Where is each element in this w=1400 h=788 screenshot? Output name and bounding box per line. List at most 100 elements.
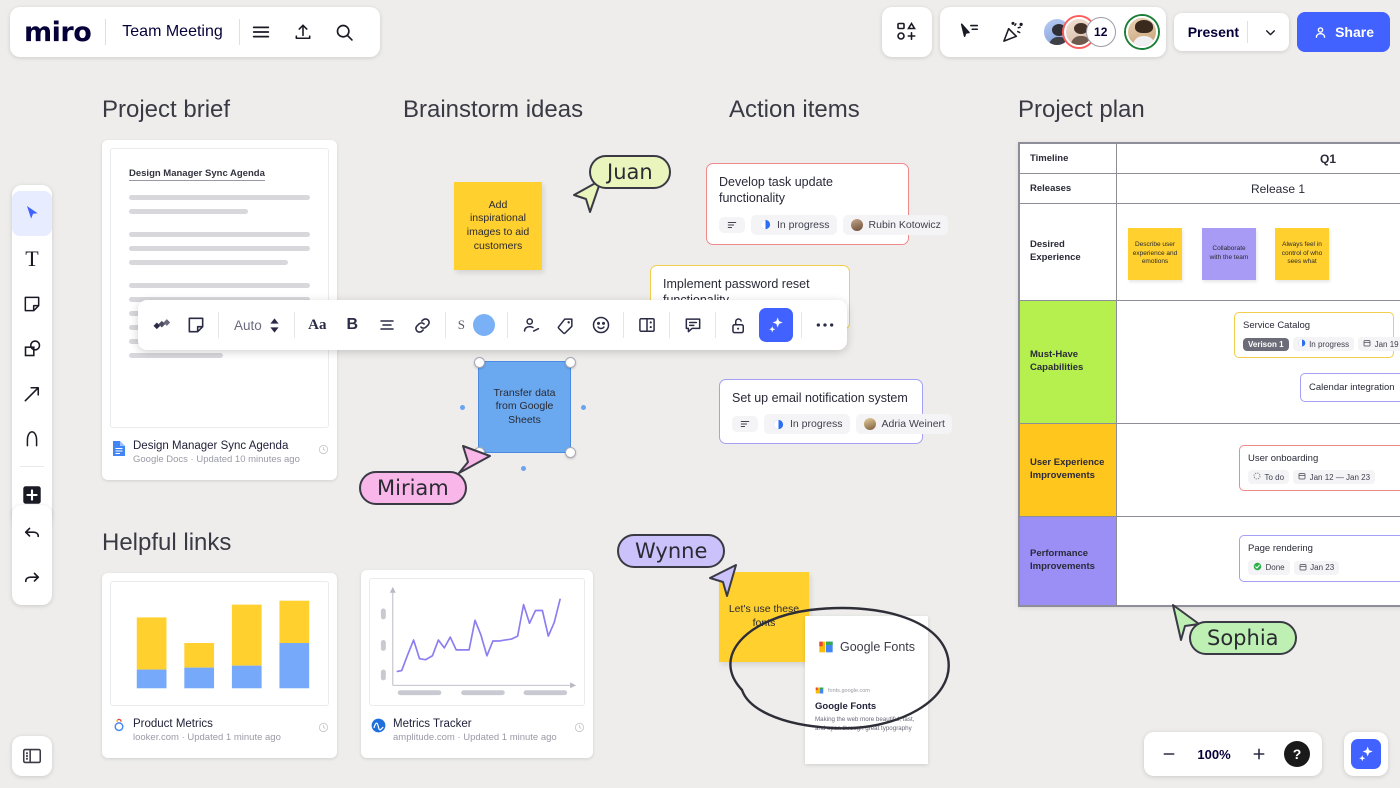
status-badge[interactable]: In progress [764,414,850,435]
row-cell-user-experience[interactable]: User onboarding To do Jan 12 — Jan 23 [1116,423,1400,517]
table-row: Timeline Q1 [1019,143,1400,174]
text-align-icon[interactable] [370,306,405,344]
avatar [850,218,864,232]
ellipsis-icon[interactable] [807,306,842,344]
context-toolbar[interactable]: Auto Aa B S [138,300,848,350]
frame-card-icon[interactable] [629,306,664,344]
miro-logo[interactable]: miro [24,17,105,48]
board-toolbar-left[interactable]: miro Team Meeting [10,7,380,57]
layers-icon[interactable] [143,306,178,344]
sidebar-panel-icon[interactable] [12,736,52,776]
connection-dot-bottom[interactable] [521,466,526,471]
row-cell-desired-experience[interactable]: Describe user experience and emotions Co… [1116,203,1400,301]
redo-icon[interactable] [12,555,52,600]
status-badge[interactable]: Done [1248,560,1290,575]
project-plan-table[interactable]: Timeline Q1 Releases Release 1 Desired E… [1018,142,1400,607]
selection-handle-top-left[interactable] [473,356,485,368]
present-label: Present [1187,24,1240,40]
plan-card-user-onboarding[interactable]: User onboarding To do Jan 12 — Jan 23 [1239,445,1400,491]
connection-dot-left[interactable] [460,405,465,410]
mini-sticky[interactable]: Always feel in control of who sees what [1275,228,1329,280]
font-aa-icon[interactable]: Aa [300,306,335,344]
product-metrics-card[interactable]: Product Metrics looker.com · Updated 1 m… [102,573,337,758]
zoom-controls[interactable]: 100% ? [1144,732,1322,776]
person-add-icon[interactable] [513,306,548,344]
search-icon[interactable] [324,11,366,53]
sticky-note-tool[interactable] [12,281,52,326]
plan-card-service-catalog[interactable]: Service Catalog Verison 1 In progress Ja… [1234,312,1400,358]
zoom-in-button[interactable] [1246,741,1272,767]
add-apps-icon[interactable] [881,7,932,57]
miro-board-canvas[interactable]: miro Team Meeting 12 Present Share T Pro… [0,0,1400,788]
board-toolbar-right[interactable]: 12 Present Share [881,7,1390,57]
cursor-share-icon[interactable] [948,11,990,53]
task-develop-task-update[interactable]: Develop task update functionality In pro… [706,163,948,245]
party-popper-icon[interactable] [992,11,1034,53]
assignee-label: Adria Weinert [881,418,945,431]
present-button[interactable]: Present [1173,13,1290,51]
google-fonts-card[interactable]: Google Fonts fonts.google.com Google Fon… [805,616,928,764]
selection-handle-bottom-right[interactable] [564,446,576,458]
doc-card-footer[interactable]: Design Manager Sync Agenda Google Docs ·… [102,436,337,475]
sticky-note-icon[interactable] [178,306,213,344]
shapes-tool[interactable] [12,326,52,371]
date-badge[interactable]: Jan 19 [1358,337,1400,351]
link-chain-icon[interactable] [405,306,440,344]
status-badge[interactable]: In progress [1292,337,1355,351]
emoji-smiley-icon[interactable] [583,306,618,344]
connector-tool[interactable] [12,371,52,416]
assignee-label: Rubin Kotowicz [868,218,941,231]
row-label-performance: Performance Improvements [1019,516,1117,606]
task-email-notification[interactable]: Set up email notification system In prog… [719,379,952,445]
status-badge[interactable]: To do [1248,470,1290,484]
sticky-inspirational-images[interactable]: Add inspirational images to aid customer… [454,182,542,270]
ai-sparkle-icon[interactable] [759,308,794,342]
hamburger-menu-icon[interactable] [240,11,282,53]
assignee-badge[interactable]: Adria Weinert [855,414,952,435]
row-cell-must-have[interactable]: Service Catalog Verison 1 In progress Ja… [1116,300,1400,424]
avatar[interactable] [1125,16,1158,48]
history-toolbar[interactable] [12,505,52,605]
collaborator-count-badge[interactable]: 12 [1085,17,1116,47]
undo-icon[interactable] [12,510,52,555]
bold-b-icon[interactable]: B [335,306,370,344]
share-button[interactable]: Share [1297,12,1390,52]
metrics-tracker-footer[interactable]: Metrics Tracker amplitude.com · Updated … [361,714,593,753]
plan-card-page-rendering[interactable]: Page rendering Done Jan 23 [1239,535,1400,582]
connection-dot-right[interactable] [581,405,586,410]
mini-sticky[interactable]: Collaborate with the team [1202,228,1256,280]
metrics-tracker-card[interactable]: Metrics Tracker amplitude.com · Updated … [361,570,593,758]
google-fonts-meta: fonts.google.com Google Fonts Making the… [805,678,928,734]
selection-handle-top-right[interactable] [564,356,576,368]
sticky-transfer-data[interactable]: Transfer data from Google Sheets [478,361,571,453]
comment-bubble-icon[interactable] [675,306,710,344]
upload-icon[interactable] [282,11,324,53]
plan-card-title: Page rendering [1248,543,1313,554]
collaborator-avatars[interactable]: 12 [1036,17,1116,47]
font-size-stepper[interactable]: Auto [224,318,289,333]
select-tool[interactable] [12,191,52,236]
date-badge[interactable]: Jan 23 [1293,560,1340,575]
zoom-level[interactable]: 100% [1194,747,1234,762]
color-circle-icon[interactable] [473,314,496,336]
stepper-icon[interactable] [270,317,279,333]
text-tool[interactable]: T [12,236,52,281]
help-button[interactable]: ? [1284,741,1310,767]
ai-assistant-button[interactable] [1344,732,1388,776]
unlocked-padlock-icon[interactable] [721,306,756,344]
tag-icon[interactable] [548,306,583,344]
assignee-badge[interactable]: Rubin Kotowicz [842,214,948,235]
status-badge[interactable]: In progress [751,214,837,235]
chevron-down-icon[interactable] [1256,26,1285,39]
zoom-out-button[interactable] [1156,741,1182,767]
board-title[interactable]: Team Meeting [106,23,239,41]
strikethrough-s-icon[interactable]: S [458,317,465,333]
product-metrics-footer[interactable]: Product Metrics looker.com · Updated 1 m… [102,714,337,753]
plan-card-calendar-integration[interactable]: Calendar integration [1300,373,1400,402]
pen-tool[interactable] [12,416,52,461]
version-badge[interactable]: Verison 1 [1243,337,1289,351]
row-cell-performance[interactable]: Page rendering Done Jan 23 [1116,516,1400,606]
date-badge[interactable]: Jan 12 — Jan 23 [1293,470,1376,484]
mini-sticky[interactable]: Describe user experience and emotions [1128,228,1182,280]
left-toolbar[interactable]: T [12,185,52,523]
